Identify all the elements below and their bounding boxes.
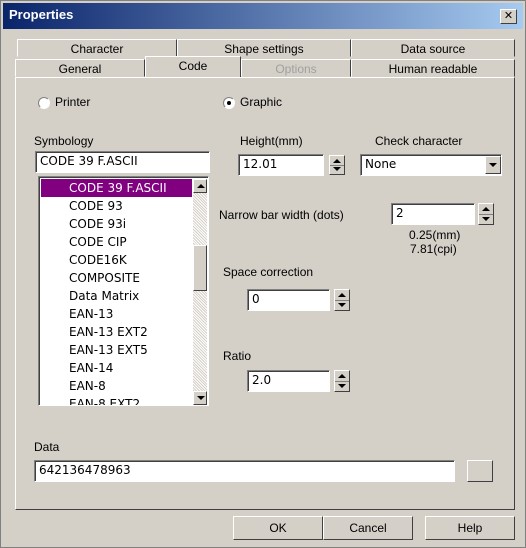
list-item[interactable]: CODE 39 F.ASCII: [41, 179, 192, 197]
space-correction-label: Space correction: [223, 265, 314, 279]
title-bar: Properties ✕: [3, 3, 523, 29]
arrow-down-icon: [197, 396, 205, 400]
close-icon: ✕: [503, 9, 514, 22]
list-item[interactable]: CODE CIP: [41, 233, 192, 251]
list-item[interactable]: CODE16K: [41, 251, 192, 269]
check-character-select[interactable]: None: [360, 154, 502, 176]
arrow-up-icon: [338, 374, 346, 378]
arrow-up-icon: [333, 159, 341, 163]
radio-selected-dot: [227, 101, 231, 105]
height-spinner[interactable]: [329, 155, 345, 175]
narrow-bar-cpi: 7.81(cpi): [410, 242, 457, 256]
spin-down[interactable]: [479, 214, 493, 224]
list-item[interactable]: Data Matrix: [41, 287, 192, 305]
spin-down[interactable]: [335, 300, 349, 310]
ratio-spinner[interactable]: [334, 370, 350, 392]
arrow-down-icon: [482, 217, 490, 221]
list-item[interactable]: CODE 93i: [41, 215, 192, 233]
dialog-title: Properties: [9, 7, 74, 22]
height-label: Height(mm): [240, 134, 303, 148]
scroll-thumb[interactable]: [193, 245, 207, 291]
list-item[interactable]: EAN-14: [41, 359, 192, 377]
arrow-down-icon: [333, 167, 341, 171]
ratio-label: Ratio: [223, 349, 252, 363]
narrow-bar-input[interactable]: 2: [391, 203, 475, 225]
symbology-input[interactable]: CODE 39 F.ASCII: [35, 151, 210, 173]
spin-down[interactable]: [335, 381, 349, 391]
tab-data-source[interactable]: Data source: [351, 39, 515, 57]
ok-button[interactable]: OK: [233, 516, 323, 540]
scroll-up-button[interactable]: [193, 179, 207, 193]
space-correction-spinner[interactable]: [334, 289, 350, 311]
narrow-bar-spinner[interactable]: [478, 203, 494, 225]
tab-character[interactable]: Character: [17, 39, 177, 57]
arrow-up-icon: [482, 207, 490, 211]
cancel-button[interactable]: Cancel: [323, 516, 413, 540]
space-correction-input[interactable]: 0: [247, 289, 330, 311]
list-item[interactable]: EAN-8: [41, 377, 192, 395]
data-browse-button[interactable]: [467, 460, 493, 482]
printer-radio-label: Printer: [55, 95, 91, 109]
arrow-down-icon: [338, 384, 346, 388]
list-item[interactable]: COMPOSITE: [41, 269, 192, 287]
printer-radio[interactable]: [38, 97, 50, 109]
list-item[interactable]: CODE 93: [41, 197, 192, 215]
symbology-list[interactable]: CODE 39 F.ASCII CODE 93 CODE 93i CODE CI…: [38, 176, 209, 406]
list-item[interactable]: EAN-13 EXT2: [41, 323, 192, 341]
help-button[interactable]: Help: [425, 516, 515, 540]
close-button[interactable]: ✕: [500, 9, 517, 24]
check-character-label: Check character: [375, 134, 463, 148]
narrow-bar-mm: 0.25(mm): [409, 228, 461, 242]
narrow-bar-label: Narrow bar width (dots): [219, 208, 344, 222]
tab-human-readable[interactable]: Human readable: [351, 59, 515, 77]
tab-shape-settings[interactable]: Shape settings: [177, 39, 351, 57]
list-item[interactable]: EAN-13: [41, 305, 192, 323]
symbology-scrollbar[interactable]: [193, 179, 207, 405]
arrow-down-icon: [338, 303, 346, 307]
graphic-radio[interactable]: [223, 97, 235, 109]
properties-dialog: Properties ✕ Character Shape settings Da…: [0, 0, 526, 548]
arrow-up-icon: [197, 184, 205, 188]
graphic-radio-label: Graphic: [240, 95, 283, 109]
list-item[interactable]: EAN-13 EXT5: [41, 341, 192, 359]
list-item[interactable]: EAN-8 EXT2: [41, 395, 192, 405]
spin-down[interactable]: [330, 165, 344, 174]
ratio-input[interactable]: 2.0: [247, 370, 330, 392]
tab-general[interactable]: General: [15, 59, 145, 77]
height-input[interactable]: 12.01: [238, 154, 324, 176]
tab-options: Options: [241, 59, 351, 77]
check-character-dropdown[interactable]: [485, 156, 501, 174]
data-input[interactable]: 642136478963: [34, 460, 455, 482]
symbology-label: Symbology: [34, 134, 94, 148]
arrow-up-icon: [338, 293, 346, 297]
chevron-down-icon: [489, 163, 497, 167]
data-label: Data: [34, 440, 60, 454]
tab-code[interactable]: Code: [145, 56, 241, 78]
scroll-down-button[interactable]: [193, 391, 207, 405]
